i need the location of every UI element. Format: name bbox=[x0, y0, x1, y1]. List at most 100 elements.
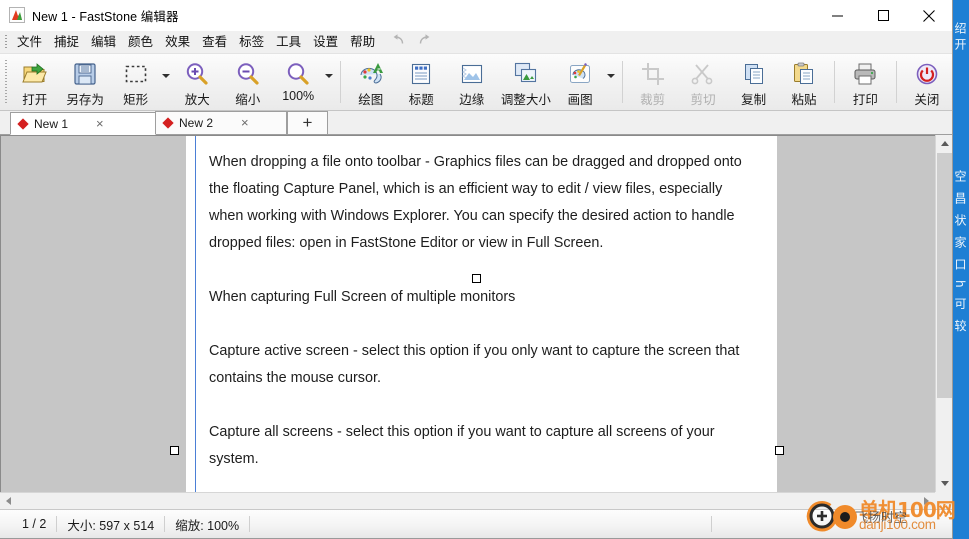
menu-color[interactable]: 颜色 bbox=[122, 32, 159, 53]
selection-handle-left[interactable] bbox=[170, 446, 179, 455]
status-divider-3 bbox=[249, 516, 251, 532]
red-diamond-icon bbox=[17, 117, 29, 130]
toolbar-label-print: 打印 bbox=[852, 93, 878, 107]
toolbar-label-save-as: 另存为 bbox=[66, 93, 104, 107]
status-image-size: 大小: 597 x 514 bbox=[67, 518, 155, 533]
vertical-scroll-thumb[interactable] bbox=[937, 153, 952, 398]
selection-handle-right[interactable] bbox=[775, 446, 784, 455]
toolbar-label-zoom-actual: 100% bbox=[282, 89, 315, 103]
canvas-viewport[interactable]: When dropping a file onto toolbar - Grap… bbox=[0, 135, 935, 492]
caption-icon bbox=[407, 60, 435, 88]
toolbar-label-cut: 剪切 bbox=[690, 93, 716, 107]
toolbar-label-resize: 调整大小 bbox=[500, 93, 551, 107]
vertical-scrollbar[interactable] bbox=[935, 135, 952, 492]
toolbar-button-cut[interactable]: 剪切 bbox=[678, 54, 728, 110]
faststone-logo-icon bbox=[9, 7, 25, 23]
toolbar-label-paste: 粘贴 bbox=[791, 93, 817, 107]
save-floppy-icon bbox=[71, 60, 99, 88]
toolbar-separator-4 bbox=[895, 61, 897, 103]
toolbar-button-close[interactable]: 关闭 bbox=[902, 54, 952, 110]
menu-view[interactable]: 查看 bbox=[196, 32, 233, 53]
status-zoom-level: 缩放: 100% bbox=[175, 518, 240, 533]
new-tab-button[interactable]: + bbox=[287, 111, 328, 134]
toolbar-label-zoom-out: 缩小 bbox=[235, 93, 261, 107]
tab-new-1[interactable]: New 1 × bbox=[10, 112, 156, 135]
menu-quick-actions bbox=[391, 33, 432, 51]
document-text: When dropping a file onto toolbar - Grap… bbox=[209, 149, 747, 492]
background-window[interactable]: 绍开 空昌状家口h可较 bbox=[952, 0, 969, 539]
menu-grip-handle[interactable] bbox=[3, 34, 10, 50]
menu-file[interactable]: 文件 bbox=[11, 32, 48, 53]
toolbar-button-caption[interactable]: 标题 bbox=[396, 54, 446, 110]
menu-edit[interactable]: 编辑 bbox=[85, 32, 122, 53]
toolbar-button-paste[interactable]: 粘贴 bbox=[779, 54, 829, 110]
selection-handle-top[interactable] bbox=[472, 274, 481, 283]
zoom-actual-icon bbox=[284, 60, 312, 88]
toolbar-button-print[interactable]: 打印 bbox=[840, 54, 890, 110]
faststone-editor-window: New 1 - FastStone 编辑器 文件 捕捉 编辑 颜色 效果 查看 bbox=[0, 0, 953, 539]
background-window-text-top: 绍开 bbox=[953, 22, 967, 54]
edge-effect-icon bbox=[458, 60, 486, 88]
open-folder-icon bbox=[21, 60, 49, 88]
toolbar-label-open: 打开 bbox=[22, 93, 48, 107]
toolbar-button-zoom-actual[interactable]: 100% bbox=[273, 54, 323, 110]
scroll-right-arrow-icon[interactable] bbox=[918, 493, 935, 509]
toolbar-separator-3 bbox=[834, 61, 836, 103]
doc-paragraph-4: Capture all screens - select this option… bbox=[209, 424, 715, 467]
toolbar-button-open[interactable]: 打开 bbox=[9, 54, 59, 110]
tab-label-new-1: New 1 bbox=[34, 116, 69, 131]
doc-paragraph-3: Capture active screen - select this opti… bbox=[209, 343, 740, 386]
close-window-button[interactable] bbox=[906, 0, 952, 31]
minimize-button[interactable] bbox=[814, 0, 860, 31]
undo-icon[interactable] bbox=[391, 33, 406, 51]
document-clip: When dropping a file onto toolbar - Grap… bbox=[186, 136, 777, 492]
toolbar-button-draw[interactable]: 绘图 bbox=[346, 54, 396, 110]
paint-icon bbox=[566, 60, 594, 88]
menu-effects[interactable]: 效果 bbox=[159, 32, 196, 53]
rectangle-dropdown-chevron-down-icon[interactable] bbox=[161, 54, 172, 110]
toolbar-label-edge: 边缘 bbox=[459, 93, 485, 107]
toolbar-button-edge[interactable]: 边缘 bbox=[446, 54, 496, 110]
maximize-button[interactable] bbox=[860, 0, 906, 31]
menu-capture[interactable]: 捕捉 bbox=[48, 32, 85, 53]
toolbar-separator-2 bbox=[621, 61, 623, 103]
menu-tags[interactable]: 标签 bbox=[233, 32, 270, 53]
power-close-icon bbox=[913, 60, 941, 88]
horizontal-scrollbar[interactable] bbox=[0, 492, 935, 509]
toolbar-label-rectangle-select: 矩形 bbox=[123, 93, 149, 107]
menu-help[interactable]: 帮助 bbox=[344, 32, 381, 53]
toolbar-label-draw: 绘图 bbox=[358, 93, 384, 107]
resize-icon bbox=[512, 60, 540, 88]
toolbar-label-close: 关闭 bbox=[914, 93, 940, 107]
toolbar-label-paint: 画图 bbox=[567, 93, 593, 107]
tab-label-new-2: New 2 bbox=[179, 116, 214, 130]
toolbar-button-copy[interactable]: 复制 bbox=[728, 54, 778, 110]
image-page[interactable]: When dropping a file onto toolbar - Grap… bbox=[186, 136, 777, 492]
toolbar-button-crop[interactable]: 裁剪 bbox=[627, 54, 677, 110]
toolbar-button-paint[interactable]: 画图 bbox=[555, 54, 605, 110]
menu-settings[interactable]: 设置 bbox=[307, 32, 344, 53]
toolbar-button-zoom-out[interactable]: 缩小 bbox=[223, 54, 273, 110]
menu-tools[interactable]: 工具 bbox=[270, 32, 307, 53]
toolbar-label-caption: 标题 bbox=[408, 93, 434, 107]
toolbar-button-zoom-in[interactable]: 放大 bbox=[172, 54, 222, 110]
toolbar-separator-1 bbox=[339, 61, 341, 103]
toolbar-button-resize[interactable]: 调整大小 bbox=[497, 54, 555, 110]
main-toolbar: 打开 另存为 矩形 放大 缩小 100% 绘图 标题 边缘 调整大小 画图 裁剪… bbox=[0, 54, 952, 111]
scroll-down-arrow-icon[interactable] bbox=[936, 475, 952, 492]
tab-close-new-2[interactable]: × bbox=[241, 116, 249, 129]
toolbar-label-crop: 裁剪 bbox=[640, 93, 666, 107]
tab-close-new-1[interactable]: × bbox=[96, 117, 104, 130]
status-page-indicator: 1 / 2 bbox=[22, 517, 47, 531]
toolbar-button-rectangle-select[interactable]: 矩形 bbox=[110, 54, 160, 110]
tab-new-2[interactable]: New 2 × bbox=[155, 111, 287, 134]
doc-paragraph-2: When capturing Full Screen of multiple m… bbox=[209, 289, 516, 305]
paint-dropdown-chevron-down-icon[interactable] bbox=[605, 54, 616, 110]
background-window-text-mid: 空昌状家口h可较 bbox=[953, 170, 967, 342]
scroll-left-arrow-icon[interactable] bbox=[0, 493, 17, 509]
toolbar-button-save-as[interactable]: 另存为 bbox=[60, 54, 110, 110]
toolbar-grip-handle[interactable] bbox=[2, 60, 9, 104]
zoom-dropdown-chevron-down-icon[interactable] bbox=[323, 54, 334, 110]
redo-icon[interactable] bbox=[417, 33, 432, 51]
scroll-up-arrow-icon[interactable] bbox=[936, 135, 952, 152]
